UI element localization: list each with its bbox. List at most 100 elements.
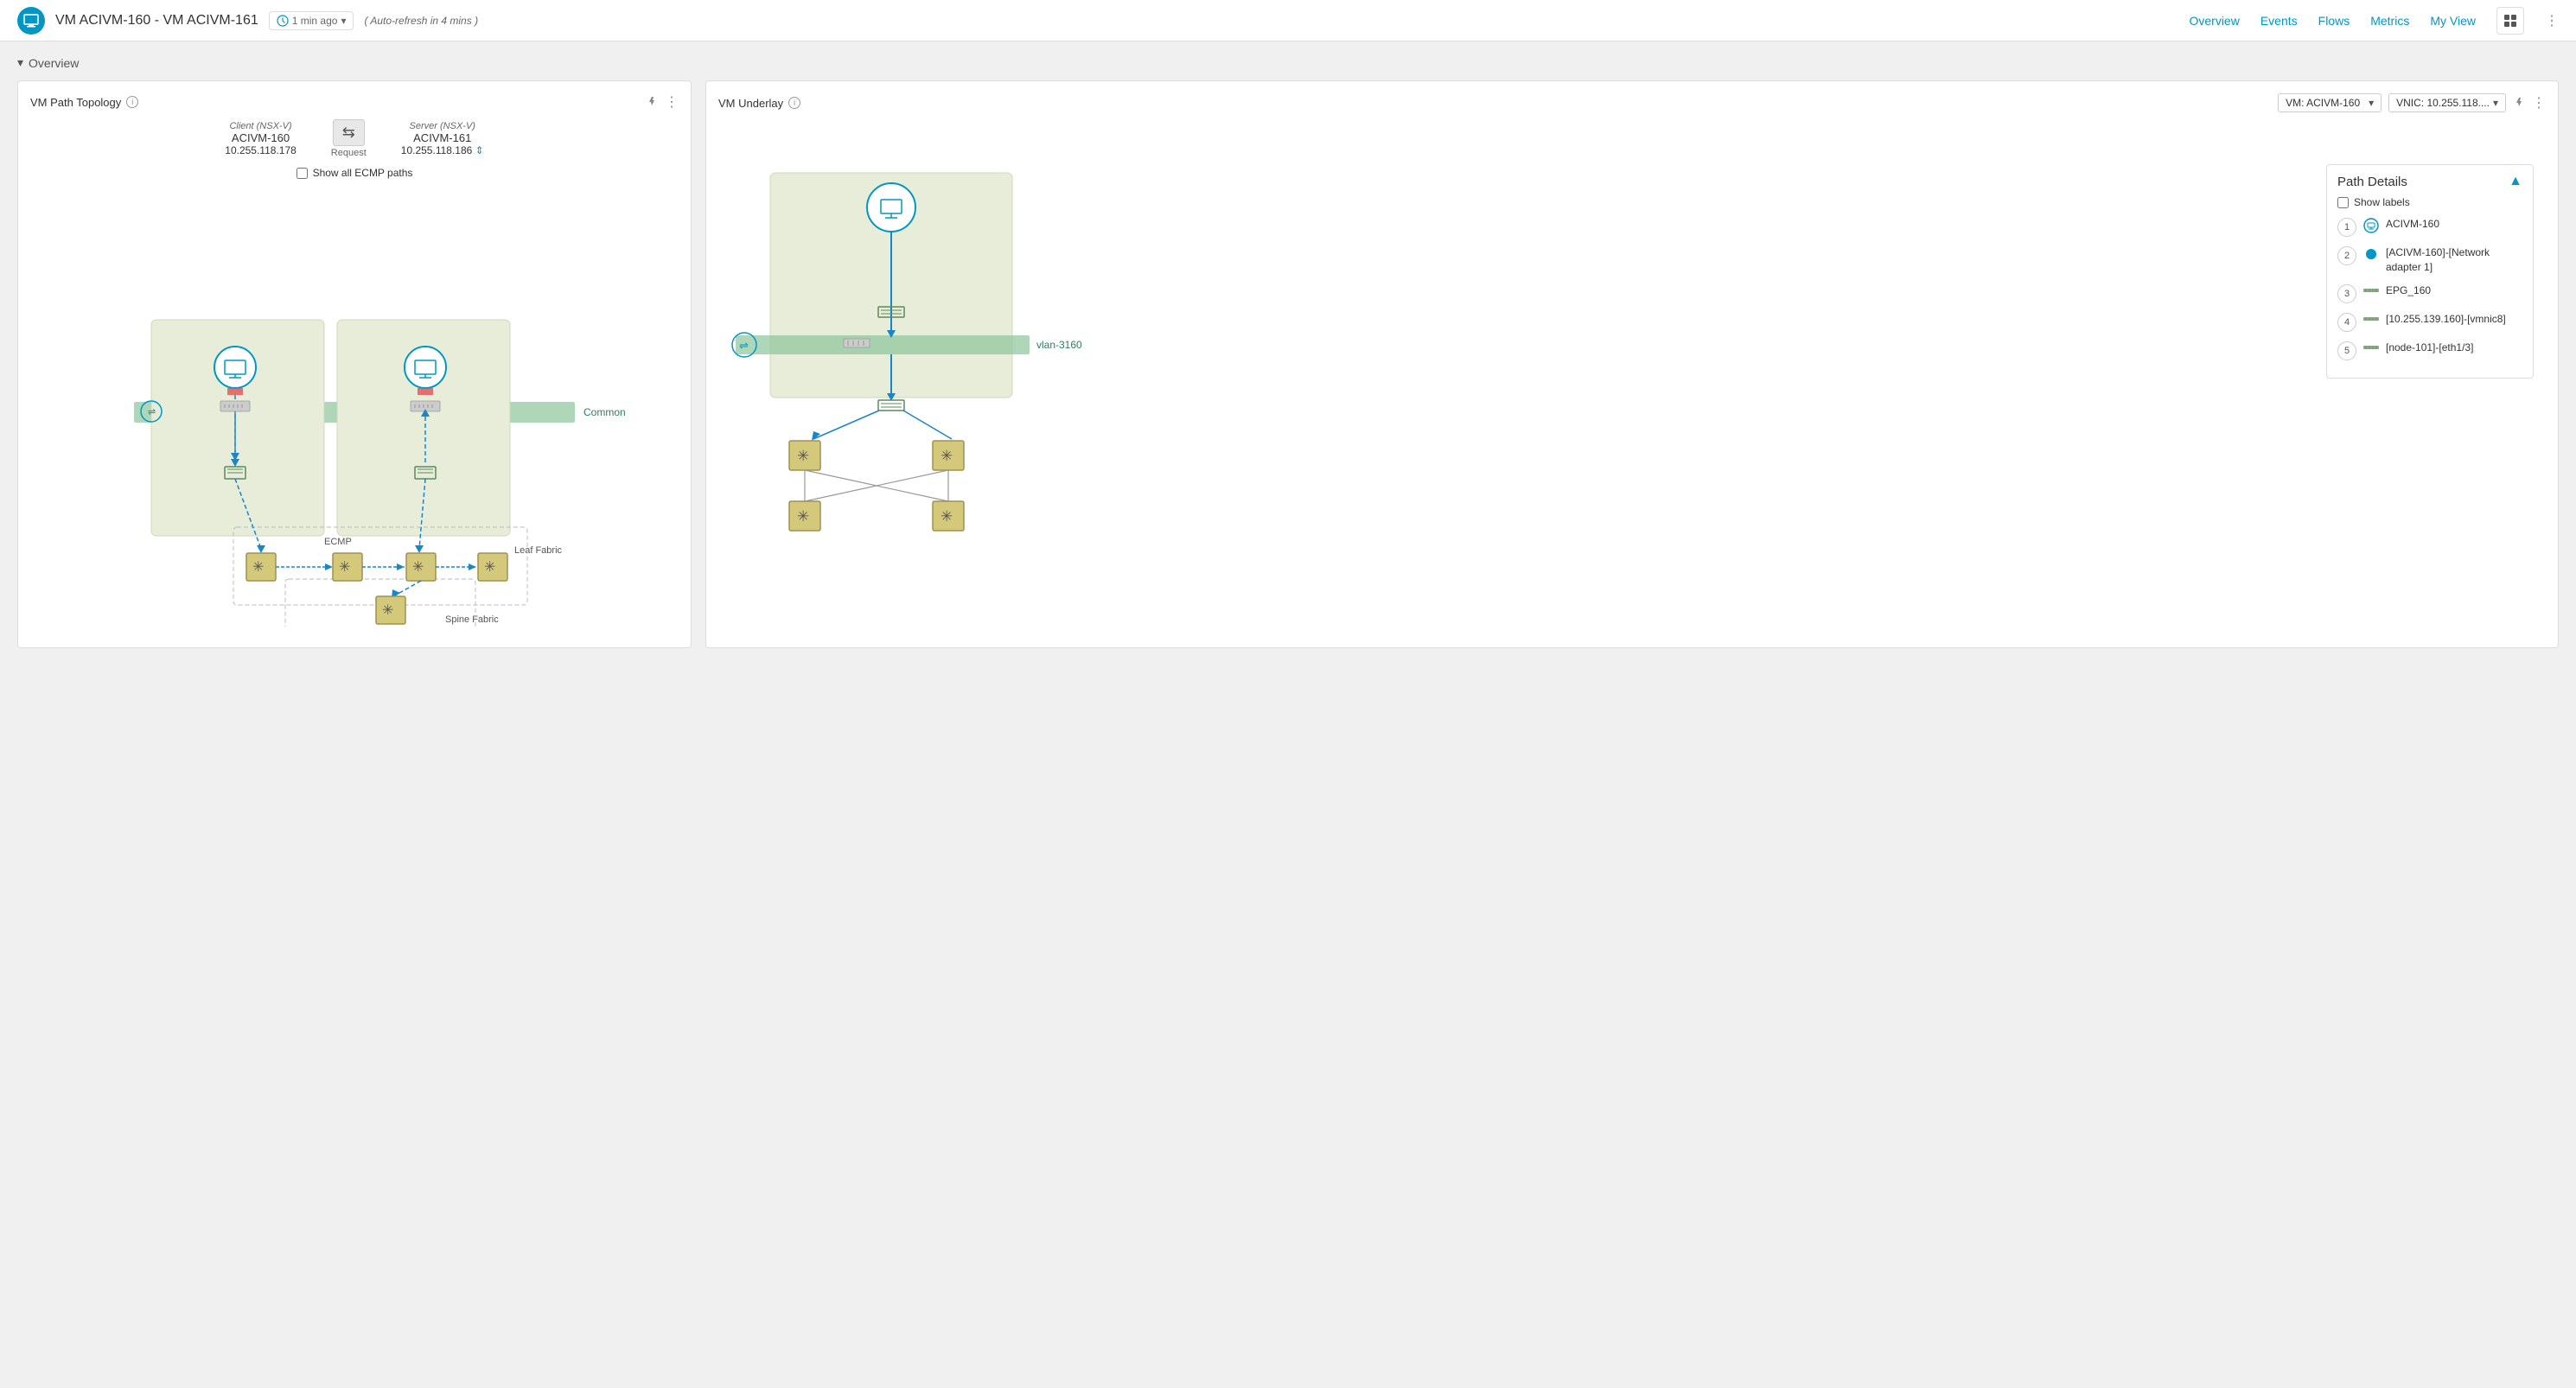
path-step-1: 1 ACIVM-160 [2337, 217, 2522, 237]
step-label-1: ACIVM-160 [2386, 217, 2439, 232]
show-labels-label[interactable]: Show labels [2354, 196, 2410, 208]
more-actions-btn[interactable]: ⋮ [2545, 12, 2559, 29]
server-endpoint: Server (NSX-V) ACIVM-161 10.255.118.186 … [401, 121, 484, 156]
path-details-header: Path Details ▲ [2337, 174, 2522, 189]
svg-text:✳: ✳ [339, 560, 350, 575]
right-panel-title: VM Underlay i [718, 97, 800, 110]
left-panel-title: VM Path Topology i [30, 96, 138, 109]
vm-dropdown-chevron: ▾ [2369, 97, 2374, 109]
path-step-4: 4 [10.255.139.160]-[vmnic8] [2337, 312, 2522, 332]
svg-text:✳: ✳ [252, 560, 264, 575]
step-label-2: [ACIVM-160]-[Network adapter 1] [2386, 245, 2522, 275]
step-num-3: 3 [2337, 284, 2356, 303]
nav-events[interactable]: Events [2260, 10, 2298, 31]
svg-text:✳: ✳ [412, 560, 424, 575]
vm-dropdown-label: VM: ACIVM-160 [2286, 97, 2360, 109]
svg-text:⇌: ⇌ [739, 339, 749, 352]
vnic-dropdown-chevron: ▾ [2493, 97, 2498, 109]
vm-dropdown[interactable]: VM: ACIVM-160 ▾ [2278, 93, 2382, 112]
auto-refresh: ( Auto-refresh in 4 mins ) [364, 15, 478, 27]
pin-icon[interactable] [646, 95, 658, 110]
left-panel-header: VM Path Topology i ⋮ [30, 93, 679, 111]
request-button[interactable]: ⇆ Request [331, 119, 367, 158]
step-label-4: [10.255.139.160]-[vmnic8] [2386, 312, 2506, 327]
svg-text:vlan-3160: vlan-3160 [1036, 339, 1082, 351]
show-labels-row: Show labels [2337, 196, 2522, 208]
panels-row: VM Path Topology i ⋮ Client (NSX-V) ACIV… [17, 80, 2559, 648]
svg-text:✳: ✳ [382, 603, 393, 618]
app-icon [17, 7, 45, 35]
server-name: ACIVM-161 [401, 131, 484, 144]
vnic-dropdown-label: VNIC: 10.255.118.... [2396, 97, 2490, 109]
nav-metrics[interactable]: Metrics [2370, 10, 2409, 31]
time-dropdown-icon[interactable]: ▾ [341, 15, 346, 27]
step-icon-link-4 [2363, 313, 2379, 326]
ecmp-checkbox-row: Show all ECMP paths [30, 167, 679, 179]
step-icon-dot [2363, 246, 2379, 264]
right-panel-info-icon[interactable]: i [788, 97, 800, 109]
section-label: Overview [29, 56, 79, 70]
top-nav: Overview Events Flows Metrics My View ⋮ [2189, 7, 2559, 35]
path-details-collapse-btn[interactable]: ▲ [2509, 174, 2522, 189]
time-ago: 1 min ago [292, 15, 338, 27]
path-step-3: 3 EPG_160 [2337, 283, 2522, 303]
path-step-5: 5 [node-101]-[eth1/3] [2337, 341, 2522, 360]
svg-text:✳: ✳ [940, 508, 953, 525]
path-details-panel: Path Details ▲ Show labels 1 ACIVM-160 [2326, 164, 2534, 379]
top-bar: VM ACIVM-160 - VM ACIVM-161 1 min ago ▾ … [0, 0, 2576, 41]
step-num-4: 4 [2337, 313, 2356, 332]
step-num-2: 2 [2337, 246, 2356, 265]
step-icon-link-5 [2363, 341, 2379, 354]
left-panel-actions: ⋮ [646, 93, 679, 111]
right-panel-more-btn[interactable]: ⋮ [2532, 94, 2546, 111]
section-collapse-icon: ▾ [17, 55, 23, 70]
right-panel-controls: VM: ACIVM-160 ▾ VNIC: 10.255.118.... ▾ ⋮ [2278, 93, 2546, 112]
svg-text:Leaf Fabric: Leaf Fabric [514, 545, 563, 556]
arrow-icon: ⇆ [333, 119, 365, 146]
svg-text:✳: ✳ [484, 560, 495, 575]
svg-text:Common: Common [583, 406, 626, 418]
step-num-1: 1 [2337, 218, 2356, 237]
ecmp-label[interactable]: Show all ECMP paths [313, 167, 413, 179]
step-label-5: [node-101]-[eth1/3] [2386, 341, 2473, 355]
nav-overview[interactable]: Overview [2189, 10, 2239, 31]
svg-text:⇌: ⇌ [148, 407, 156, 417]
svg-text:✳: ✳ [940, 448, 953, 464]
client-ip: 10.255.118.178 [225, 144, 296, 156]
svg-text:✳: ✳ [797, 508, 809, 525]
nav-flows[interactable]: Flows [2318, 10, 2350, 31]
vnic-dropdown[interactable]: VNIC: 10.255.118.... ▾ [2388, 93, 2506, 112]
content-area: ▾ Overview VM Path Topology i ⋮ [0, 41, 2576, 662]
client-name: ACIVM-160 [225, 131, 296, 144]
step-num-5: 5 [2337, 341, 2356, 360]
step-icon-vm [2363, 218, 2379, 236]
nav-myview[interactable]: My View [2430, 10, 2476, 31]
time-info[interactable]: 1 min ago ▾ [269, 11, 354, 30]
topology-controls: Client (NSX-V) ACIVM-160 10.255.118.178 … [30, 119, 679, 158]
server-label: Server (NSX-V) [401, 121, 484, 131]
request-label: Request [331, 148, 367, 158]
left-panel-more-btn[interactable]: ⋮ [665, 93, 679, 111]
left-panel: VM Path Topology i ⋮ Client (NSX-V) ACIV… [17, 80, 692, 648]
right-panel-header: VM Underlay i VM: ACIVM-160 ▾ VNIC: 10.2… [718, 93, 2546, 112]
ecmp-checkbox[interactable] [296, 168, 308, 179]
section-header[interactable]: ▾ Overview [17, 55, 2559, 70]
server-ip: 10.255.118.186 ⇕ [401, 144, 484, 156]
svg-text:ECMP: ECMP [324, 537, 352, 547]
top-bar-left: VM ACIVM-160 - VM ACIVM-161 1 min ago ▾ … [17, 7, 478, 35]
show-labels-checkbox[interactable] [2337, 197, 2349, 208]
underlay-diagram: vlan-3160 ⇌ [718, 121, 2546, 536]
path-step-2: 2 [ACIVM-160]-[Network adapter 1] [2337, 245, 2522, 275]
server-ip-stepper[interactable]: ⇕ [475, 144, 484, 156]
page-title: VM ACIVM-160 - VM ACIVM-161 [55, 13, 258, 29]
svg-text:✳: ✳ [797, 448, 809, 464]
left-panel-info-icon[interactable]: i [126, 96, 138, 108]
right-panel: VM Underlay i VM: ACIVM-160 ▾ VNIC: 10.2… [705, 80, 2559, 648]
svg-text:Spine Fabric: Spine Fabric [445, 614, 499, 625]
topology-diagram: Common [30, 186, 679, 635]
grid-icon-btn[interactable] [2496, 7, 2524, 35]
step-icon-link-3 [2363, 284, 2379, 297]
pin-icon-right[interactable] [2513, 96, 2525, 111]
client-label: Client (NSX-V) [225, 121, 296, 131]
path-details-title: Path Details [2337, 175, 2407, 189]
